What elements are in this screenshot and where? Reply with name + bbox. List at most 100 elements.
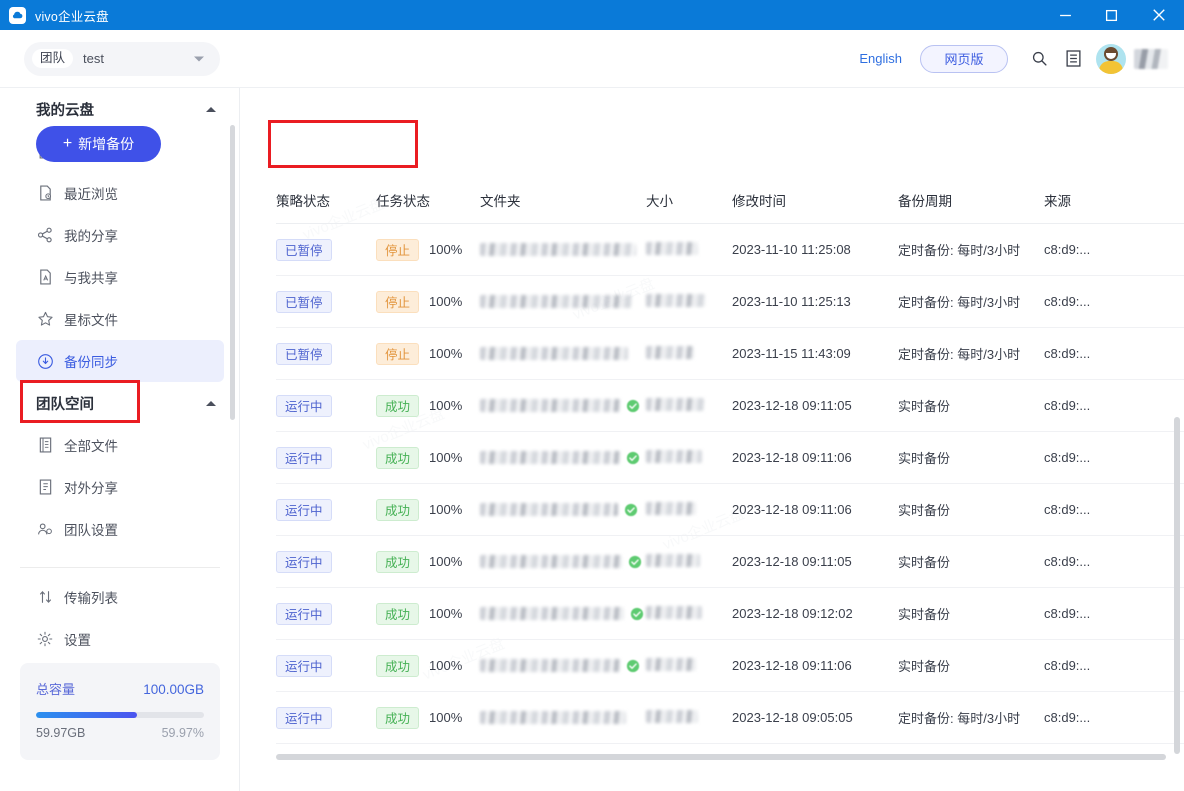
table-vertical-scrollbar[interactable] <box>1174 417 1180 754</box>
sidebar-section-team-space[interactable]: 团队空间 <box>0 382 240 424</box>
cell-modified-time: 2023-12-18 09:12:02 <box>732 606 853 621</box>
table-row[interactable]: 运行中 成功 100% 2023-12-18 09:05:05 定时备份: 每时/3小时… <box>276 692 1184 744</box>
table-header-row: 策略状态 任务状态 文件夹 大小 修改时间 备份周期 来源 <box>276 176 1184 224</box>
sidebar-item-label: 全部文件 <box>64 439 118 454</box>
sidebar-section-my-cloud[interactable]: 我的云盘 <box>0 88 240 130</box>
progress-percent: 100% <box>429 450 463 465</box>
cell-folder <box>480 295 646 308</box>
cell-task-status: 成功 100% <box>376 394 480 417</box>
cell-size <box>646 501 732 518</box>
cell-policy-status: 运行中 <box>276 394 376 417</box>
progress-percent: 100% <box>429 710 463 725</box>
cell-task-status: 成功 100% <box>376 654 480 677</box>
cell-task-status: 成功 100% <box>376 498 480 521</box>
cell-task-status: 成功 100% <box>376 602 480 625</box>
cell-source: c8:d9:... <box>1044 242 1091 257</box>
sidebar-item-shared-with-me[interactable]: 与我共享 <box>16 256 224 298</box>
sidebar-item-label: 设置 <box>64 633 91 648</box>
table-row[interactable]: 已暂停 停止 100% 2023-11-15 11:43:09 定时备份: 每时/3小时… <box>276 328 1184 380</box>
new-backup-button[interactable]: + 新增备份 <box>36 126 161 162</box>
avatar[interactable] <box>1096 43 1126 74</box>
sidebar-item-transfer-list[interactable]: 传输列表 <box>16 576 224 618</box>
cell-modified-time: 2023-12-18 09:11:06 <box>732 658 852 673</box>
cell-folder <box>480 347 646 360</box>
team-chip-label: 团队 <box>32 49 74 68</box>
sidebar-item-all-files[interactable]: 全部文件 <box>16 424 224 466</box>
cell-task-status: 成功 100% <box>376 550 480 573</box>
table-row[interactable]: 运行中 成功 100% 2023-12-18 09:11:05 实时备份 c8:d9:..… <box>276 380 1184 432</box>
cell-source: c8:d9:... <box>1044 502 1091 517</box>
cell-size <box>646 657 732 674</box>
table-row[interactable]: 已暂停 停止 100% 2023-11-10 11:25:08 定时备份: 每时/3小时… <box>276 224 1184 276</box>
sidebar-item-label: 团队设置 <box>64 523 118 538</box>
sidebar-item-label: 我的分享 <box>64 229 118 244</box>
status-badge: 停止 <box>376 238 420 261</box>
sidebar-item-settings[interactable]: 设置 <box>16 618 224 660</box>
redacted-size <box>646 345 694 359</box>
storage-card: 总容量 100.00GB 59.97GB 59.97% <box>20 663 220 760</box>
cell-policy-status: 已暂停 <box>276 290 376 313</box>
status-badge: 已暂停 <box>276 342 332 365</box>
table-row[interactable]: 运行中 成功 100% 2023-12-18 09:11:05 实时备份 c8:d9:..… <box>276 536 1184 588</box>
storage-label: 总容量 <box>36 682 76 697</box>
cell-size <box>646 605 732 622</box>
minimize-button[interactable] <box>1042 0 1088 30</box>
document-icon[interactable] <box>1056 42 1090 76</box>
redacted-folder-name <box>480 399 620 412</box>
progress-percent: 100% <box>429 606 463 621</box>
team-name-value: test <box>83 51 104 66</box>
recent-file-icon <box>36 184 54 202</box>
storage-progress-bar <box>36 712 204 718</box>
sidebar-item-label: 与我共享 <box>64 271 118 286</box>
storage-used: 59.97GB <box>36 726 86 740</box>
cell-folder <box>480 555 646 569</box>
cell-folder <box>480 243 646 256</box>
storage-percent: 59.97% <box>161 726 204 740</box>
star-icon <box>36 310 54 328</box>
sidebar-item-backup-sync[interactable]: 备份同步 <box>16 340 224 382</box>
table-row[interactable]: 运行中 成功 100% 2023-12-18 09:11:06 实时备份 c8:d9:..… <box>276 484 1184 536</box>
column-header-policy-status: 策略状态 <box>276 193 330 209</box>
sidebar-item-label: 备份同步 <box>64 355 118 370</box>
table-horizontal-scrollbar[interactable] <box>276 754 1166 760</box>
progress-percent: 100% <box>429 398 463 413</box>
sidebar-item-team-settings[interactable]: 团队设置 <box>16 508 224 550</box>
status-badge: 运行中 <box>276 706 332 729</box>
window-controls <box>1042 0 1184 30</box>
web-version-button[interactable]: 网页版 <box>920 44 1008 73</box>
table-row[interactable]: 已暂停 停止 100% 2023-11-10 11:25:13 定时备份: 每时/3小时… <box>276 276 1184 328</box>
cell-policy-status: 已暂停 <box>276 342 376 365</box>
cell-backup-cycle: 定时备份: 每时/3小时 <box>898 295 1021 310</box>
table-row[interactable]: 运行中 成功 100% 2023-12-18 09:11:06 实时备份 c8:d9:..… <box>276 432 1184 484</box>
plus-icon: + <box>62 135 73 152</box>
blurred-username <box>1134 48 1168 69</box>
table-row[interactable]: 运行中 成功 100% 2023-12-18 09:11:06 实时备份 c8:d9:..… <box>276 640 1184 692</box>
column-header-backup-cycle: 备份周期 <box>898 193 952 209</box>
close-button[interactable] <box>1134 0 1184 30</box>
window-title: vivo企业云盘 <box>35 9 109 24</box>
cell-backup-cycle: 实时备份 <box>898 503 951 518</box>
sidebar-item-external-share[interactable]: 对外分享 <box>16 466 224 508</box>
cell-modified-time: 2023-12-18 09:11:06 <box>732 450 852 465</box>
sidebar-item-my-shares[interactable]: 我的分享 <box>16 214 224 256</box>
sidebar-item-starred[interactable]: 星标文件 <box>16 298 224 340</box>
column-header-source: 来源 <box>1044 193 1071 209</box>
sidebar-item-recent[interactable]: 最近浏览 <box>16 172 224 214</box>
cell-task-status: 停止 100% <box>376 238 480 261</box>
table-row[interactable]: 运行中 成功 100% 2023-12-18 09:12:02 实时备份 c8:d9:..… <box>276 588 1184 640</box>
progress-percent: 100% <box>429 242 463 257</box>
cell-task-status: 成功 100% <box>376 446 480 469</box>
cell-backup-cycle: 实时备份 <box>898 555 951 570</box>
maximize-button[interactable] <box>1088 0 1134 30</box>
team-selector[interactable]: 团队 test <box>24 41 220 76</box>
sidebar-scrollbar[interactable] <box>230 125 235 420</box>
search-icon[interactable] <box>1022 42 1056 76</box>
language-link[interactable]: English <box>859 51 902 66</box>
cell-size <box>646 397 732 414</box>
window-titlebar: vivo企业云盘 <box>0 0 1184 30</box>
cell-modified-time: 2023-12-18 09:11:05 <box>732 554 852 569</box>
external-share-icon <box>36 478 54 496</box>
column-header-task-status: 任务状态 <box>376 193 430 209</box>
cell-modified-time: 2023-11-15 11:43:09 <box>732 346 851 361</box>
status-badge: 成功 <box>376 550 420 573</box>
